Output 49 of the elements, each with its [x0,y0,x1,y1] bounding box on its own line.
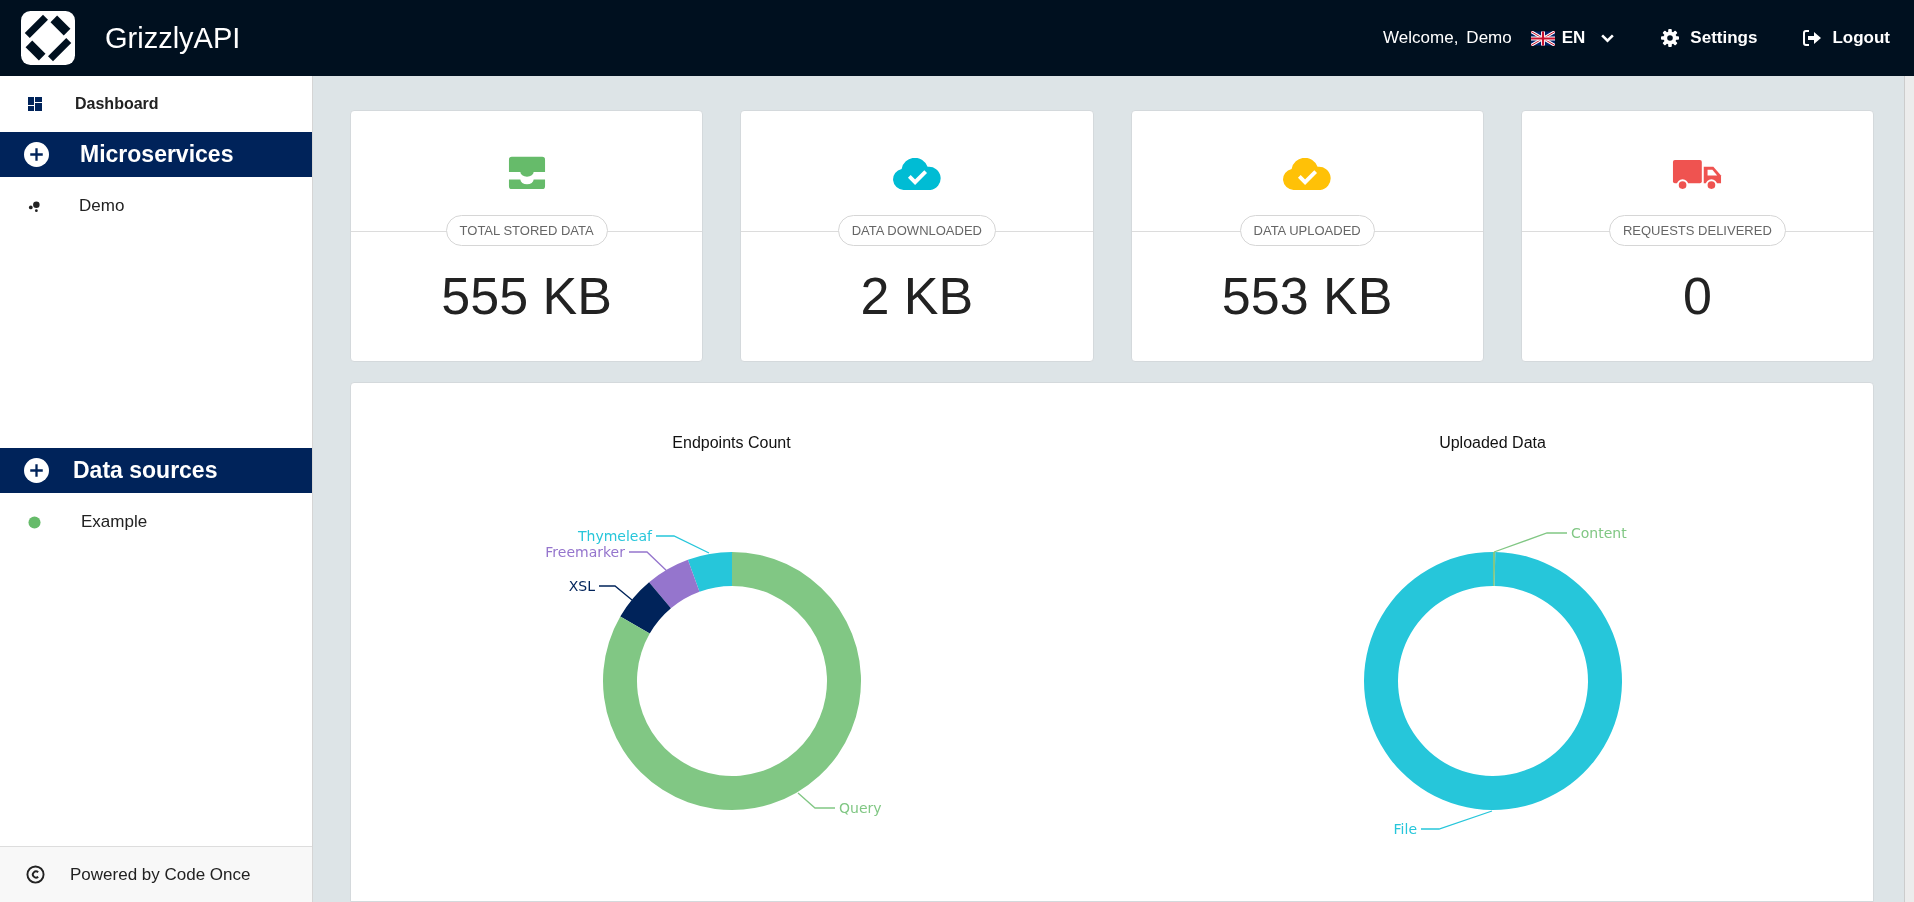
leader-line [796,792,836,809]
logout-button[interactable]: Logout [1802,28,1890,48]
scrollbar[interactable] [1904,76,1914,902]
flag-icon [1530,30,1555,46]
logout-icon [1802,28,1823,48]
language-selector[interactable]: EN [1530,28,1616,48]
stat-label: DATA DOWNLOADED [837,215,996,246]
chart-title: Uploaded Data [1439,434,1546,453]
stat-value: 555 KB [441,266,612,326]
sidebar-item[interactable]: Demo [0,177,312,235]
welcome-text: Welcome, [1383,28,1459,48]
sidebar-item[interactable]: Example [0,493,312,551]
stat-value: 553 KB [1221,266,1393,326]
settings-icon [1660,28,1681,48]
dots-icon [28,199,41,213]
chart-title: Endpoints Count [672,434,791,453]
settings-button[interactable]: Settings [1660,28,1758,48]
chart-label: Freemarker [544,544,625,560]
chevron-down-icon [1600,32,1616,44]
chart-label: Thymeleaf [577,528,652,544]
chart-label: Query [838,800,882,816]
section-title: Data sources [73,457,218,484]
add-icon [24,142,49,167]
leader-line [627,551,670,574]
cloud-check-icon [1282,158,1333,191]
truck-icon [1672,158,1723,191]
app-title: GrizzlyAPI [105,21,241,55]
stat-label: REQUESTS DELIVERED [1608,215,1786,246]
stat-label: TOTAL STORED DATA [445,215,608,246]
chart-label: XSL [568,578,595,594]
section-header[interactable]: Microservices [0,132,312,177]
stat-value: 2 KB [860,266,974,326]
cloud-check-icon [891,158,942,191]
stat-value: 0 [1682,266,1712,326]
footer-text: Powered by Code Once [70,864,251,885]
copyright-icon [26,865,45,884]
leader-line [654,535,710,554]
logo-icon [21,11,75,65]
dashboard-link[interactable]: Dashboard [0,76,312,132]
chart-label: File [1393,821,1417,837]
user-name: Demo [1466,28,1512,48]
add-icon [24,458,49,483]
stat-label: DATA UPLOADED [1239,215,1375,246]
dashboard-icon [28,97,42,111]
chart-label: Content [1570,525,1627,541]
section-title: Microservices [80,141,234,168]
leader-line [597,585,633,601]
section-header[interactable]: Data sources [0,448,312,493]
status-dot-icon [28,515,41,529]
